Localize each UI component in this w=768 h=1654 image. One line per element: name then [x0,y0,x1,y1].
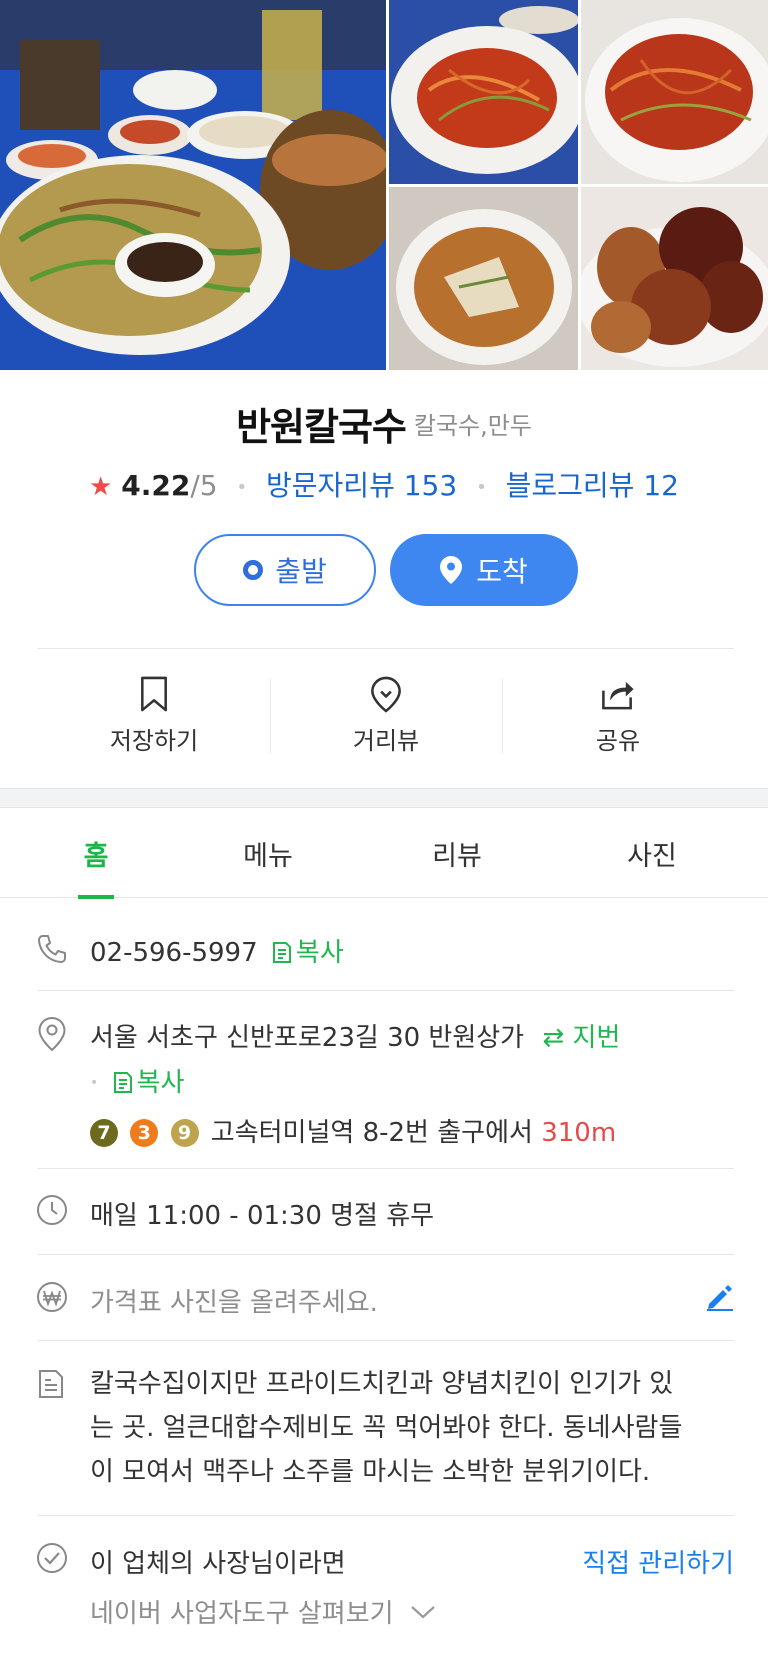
phone-number[interactable]: 02-596-5997 [90,938,258,968]
hours-text: 매일 11:00 - 01:30 명절 휴무 [90,1201,435,1231]
spicy-salad-photo-1[interactable] [389,0,578,184]
chevron-down-icon [411,1606,435,1619]
separator-dot: • [476,476,487,498]
star-icon: ★ [89,472,113,502]
location-icon [38,1016,66,1052]
start-route-label: 출발 [275,555,327,588]
subway-line-9-badge: 9 [170,1119,199,1147]
phone-icon [38,935,66,963]
phone-copy-button[interactable]: 복사 [266,938,344,968]
section-separator [0,788,768,808]
check-circle-icon [37,1543,67,1573]
main-food-photo[interactable] [0,0,386,370]
copy-icon [272,942,291,963]
document-icon [39,1370,63,1398]
copy-icon [113,1072,132,1093]
divider [38,648,734,649]
subway-row: 7 3 9 고속터미널역 8-2번 출구에서 310m [90,1112,616,1149]
edit-pencil-icon[interactable] [705,1282,735,1312]
street-view-button[interactable]: 거리뷰 [270,676,502,756]
jibun-label: 지번 [572,1023,621,1053]
chicken-photo[interactable] [581,187,768,370]
street-view-label: 거리뷰 [352,727,420,755]
rating-score: 4.22 [121,469,191,502]
location-pin-icon [440,556,463,584]
save-label: 저장하기 [109,727,199,755]
photo-gallery[interactable] [0,0,768,370]
station-text: 고속터미널역 8-2번 출구에서 [210,1118,533,1148]
separator-dot: • [236,476,248,498]
start-route-button[interactable]: 출발 [194,534,376,606]
sujebi-soup-photo[interactable] [389,187,578,370]
action-bar: 저장하기 거리뷰 공유 [38,676,734,756]
divider [38,1254,734,1255]
station-distance: 310m [541,1118,617,1148]
tab-reviews[interactable]: 리뷰 [417,808,497,898]
tab-home[interactable]: 홈 [78,808,114,899]
tab-menu[interactable]: 메뉴 [228,808,308,898]
arrive-route-label: 도착 [476,555,528,588]
place-category: 칼국수,만두 [413,412,532,440]
share-label: 공유 [595,727,641,755]
share-icon [602,681,634,710]
won-currency-icon [37,1282,67,1312]
rating-row: ★ 4.22/5 • 방문자리뷰 153 • 블로그리뷰 12 [0,464,768,504]
save-button[interactable]: 저장하기 [38,676,270,756]
tab-photos[interactable]: 사진 [612,808,692,898]
arrive-route-button[interactable]: 도착 [390,534,578,606]
title-row: 반원칼국수 칼국수,만두 [0,396,768,451]
phone-row: 02-596-5997 복사 [90,932,344,969]
divider [38,990,734,991]
manage-directly-link[interactable]: 직접 관리하기 [582,1543,734,1580]
divider [38,1168,734,1169]
swap-arrows-icon: ⇄ [542,1023,565,1053]
address-copy-button[interactable]: 복사 [107,1068,185,1098]
copy-label: 복사 [136,1068,185,1098]
description-line: 칼국수집이지만 프라이드치킨과 양념치킨이 인기가 있 [90,1369,674,1399]
business-tools-label: 네이버 사업자도구 살펴보기 [90,1599,394,1629]
share-button[interactable]: 공유 [502,676,734,756]
bookmark-icon [141,676,167,712]
clock-icon [37,1195,67,1225]
description-line: 는 곳. 얼큰대합수제비도 꼭 먹어봐야 한다. 동네사람들 [90,1413,683,1443]
place-name: 반원칼국수 [236,405,407,449]
copy-label: 복사 [295,938,344,968]
address-text: 서울 서초구 신반포로23길 30 반원상가 [90,1023,525,1053]
business-tools-toggle[interactable]: 네이버 사업자도구 살펴보기 [90,1593,436,1630]
blog-reviews-link[interactable]: 블로그리뷰 12 [506,469,679,502]
visitor-reviews-link[interactable]: 방문자리뷰 153 [266,469,457,502]
divider [38,1340,734,1341]
tab-bar: 홈 메뉴 리뷰 사진 [0,808,768,899]
jibun-toggle[interactable]: ⇄ 지번 [542,1023,620,1053]
rating-max: /5 [190,469,218,502]
spicy-salad-photo-2[interactable] [581,0,768,184]
subway-line-7-badge: 7 [90,1119,118,1147]
separator-dot: • [90,1075,99,1091]
price-photo-prompt[interactable]: 가격표 사진을 올려주세요. [90,1282,378,1319]
description-line: 이 모여서 맥주나 소주를 마시는 소박한 분위기이다. [90,1457,651,1487]
subway-line-3-badge: 3 [130,1119,159,1147]
address-row: 서울 서초구 신반포로23길 30 반원상가 ⇄ 지번 [90,1017,620,1054]
start-point-icon [243,560,264,580]
address-copy-row: • 복사 [90,1062,184,1099]
divider [38,1515,734,1516]
owner-prompt: 이 업체의 사장님이라면 [90,1549,346,1579]
place-description: 칼국수집이지만 프라이드치킨과 양념치킨이 인기가 있 는 곳. 얼큰대합수제비… [90,1362,734,1494]
map-pin-outline-icon [371,676,401,713]
